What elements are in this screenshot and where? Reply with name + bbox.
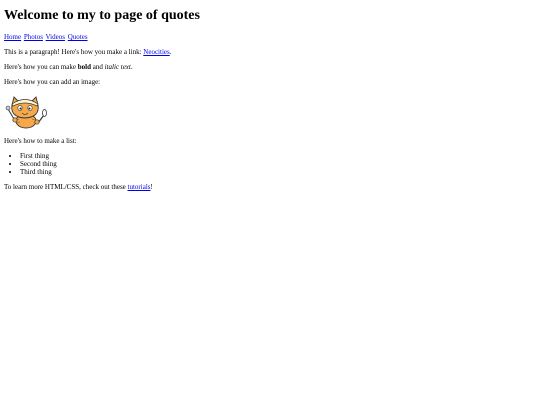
list-item: Third thing [20, 168, 540, 176]
paragraph-text: This is a paragraph! Here's how you make… [4, 47, 144, 56]
list-item: First thing [20, 152, 540, 160]
paragraph-link-intro: This is a paragraph! Here's how you make… [4, 48, 540, 56]
list-item: Second thing [20, 160, 540, 168]
paragraph-image-intro: Here's how you can add an image: [4, 77, 101, 86]
nav-link-quotes[interactable]: Quotes [68, 33, 88, 41]
paragraph-formatting: Here's how you can make bold and italic … [4, 63, 540, 71]
page-title: Welcome to my to page of quotes [4, 8, 200, 23]
paragraph-text: and [91, 62, 105, 71]
paragraph-end: ! [150, 183, 153, 192]
neocities-cat-icon [4, 93, 48, 131]
neocities-link[interactable]: Neocities [143, 48, 169, 56]
nav-link-home[interactable]: Home [4, 33, 21, 41]
bullet-list: First thing Second thing Third thing [4, 152, 540, 176]
paragraph-end: . [130, 62, 133, 71]
italic-text: italic text [104, 62, 131, 71]
paragraph-list-intro: Here's how to make a list: [4, 136, 77, 145]
tutorials-link[interactable]: tutorials [128, 183, 151, 191]
paragraph-text: Here's how you can make [4, 62, 78, 71]
paragraph-tutorials: To learn more HTML/CSS, check out these … [4, 183, 540, 191]
bold-text: bold [77, 62, 91, 71]
nav-link-videos[interactable]: Videos [46, 33, 65, 41]
paragraph-text: To learn more HTML/CSS, check out these [4, 183, 128, 192]
nav-links: Home Photos Videos Quotes [4, 33, 540, 41]
nav-link-photos[interactable]: Photos [24, 33, 43, 41]
page: Welcome to my to page of quotes Home Pho… [0, 0, 540, 191]
paragraph-end: . [169, 47, 172, 56]
